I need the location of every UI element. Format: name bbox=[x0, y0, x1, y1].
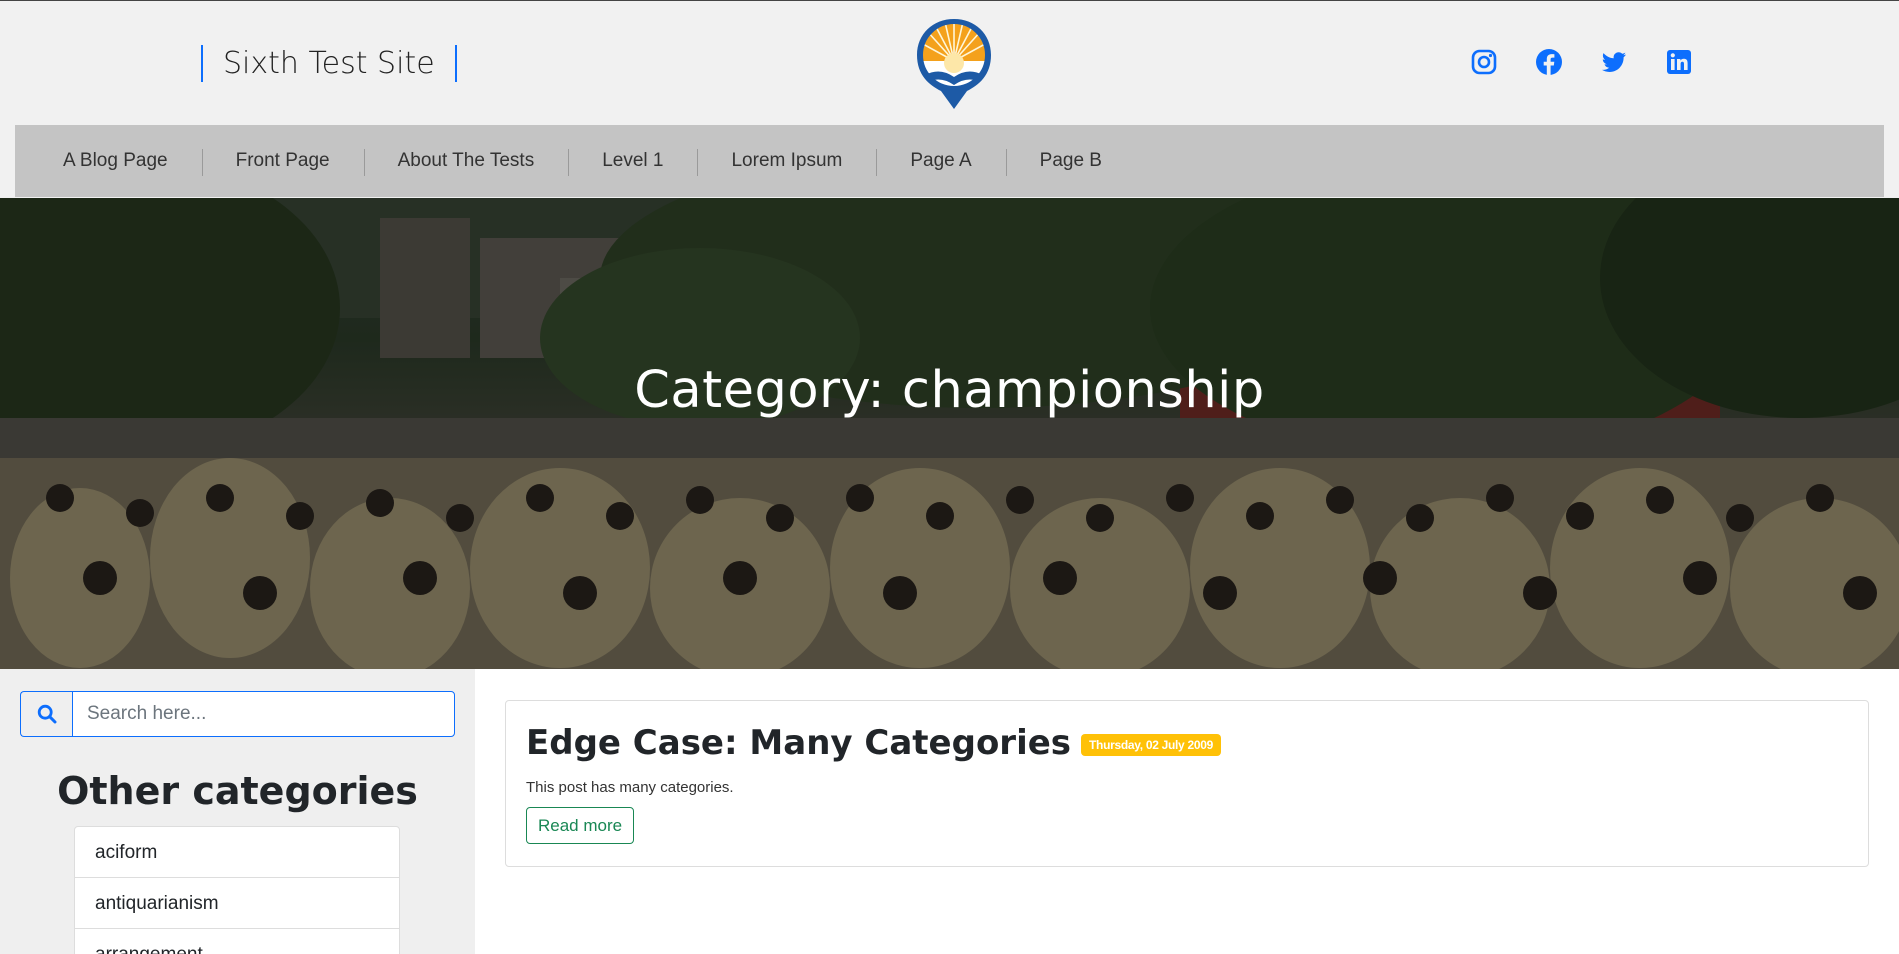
nav-item-level-1[interactable]: Level 1 bbox=[568, 125, 697, 197]
site-header: Sixth Test Site bbox=[0, 1, 1899, 124]
hero-overlay bbox=[0, 198, 1899, 669]
nav-item-page-b[interactable]: Page B bbox=[1005, 125, 1136, 197]
nav-item-lorem-ipsum[interactable]: Lorem Ipsum bbox=[697, 125, 876, 197]
post-excerpt: This post has many categories. bbox=[526, 779, 734, 796]
post-title[interactable]: Edge Case: Many Categories bbox=[526, 723, 1071, 763]
nav-item-front-page[interactable]: Front Page bbox=[201, 125, 364, 197]
category-item-arrangement[interactable]: arrangement bbox=[75, 929, 399, 954]
category-item-aciform[interactable]: aciform bbox=[75, 827, 399, 878]
university-logo[interactable] bbox=[915, 17, 993, 109]
sidebar: Other categories aciform antiquarianism … bbox=[0, 669, 475, 954]
site-title[interactable]: Sixth Test Site bbox=[201, 45, 457, 82]
search-input[interactable] bbox=[72, 691, 455, 737]
categories-list: aciform antiquarianism arrangement bbox=[74, 826, 400, 954]
post-card: Edge Case: Many Categories Thursday, 02 … bbox=[505, 700, 1869, 867]
read-more-button[interactable]: Read more bbox=[526, 807, 635, 844]
category-item-antiquarianism[interactable]: antiquarianism bbox=[75, 878, 399, 929]
social-links bbox=[1470, 45, 1693, 79]
main-navigation: A Blog Page Front Page About The Tests L… bbox=[15, 125, 1884, 197]
main-content: Edge Case: Many Categories Thursday, 02 … bbox=[475, 669, 1899, 954]
nav-item-about-the-tests[interactable]: About The Tests bbox=[363, 125, 569, 197]
post-title-row: Edge Case: Many Categories Thursday, 02 … bbox=[526, 723, 1221, 763]
search-button[interactable] bbox=[20, 691, 72, 737]
categories-heading: Other categories bbox=[57, 769, 418, 813]
page-title: Category: championship bbox=[634, 361, 1265, 420]
linkedin-icon[interactable] bbox=[1665, 48, 1693, 76]
instagram-icon[interactable] bbox=[1470, 48, 1498, 76]
nav-item-blog-page[interactable]: A Blog Page bbox=[45, 125, 202, 197]
hero-banner: Category: championship bbox=[0, 198, 1899, 669]
post-date-badge: Thursday, 02 July 2009 bbox=[1081, 734, 1221, 756]
search-form bbox=[20, 691, 455, 737]
search-icon bbox=[37, 704, 56, 724]
nav-item-page-a[interactable]: Page A bbox=[876, 125, 1005, 197]
twitter-icon[interactable] bbox=[1600, 48, 1628, 76]
facebook-icon[interactable] bbox=[1535, 48, 1563, 76]
